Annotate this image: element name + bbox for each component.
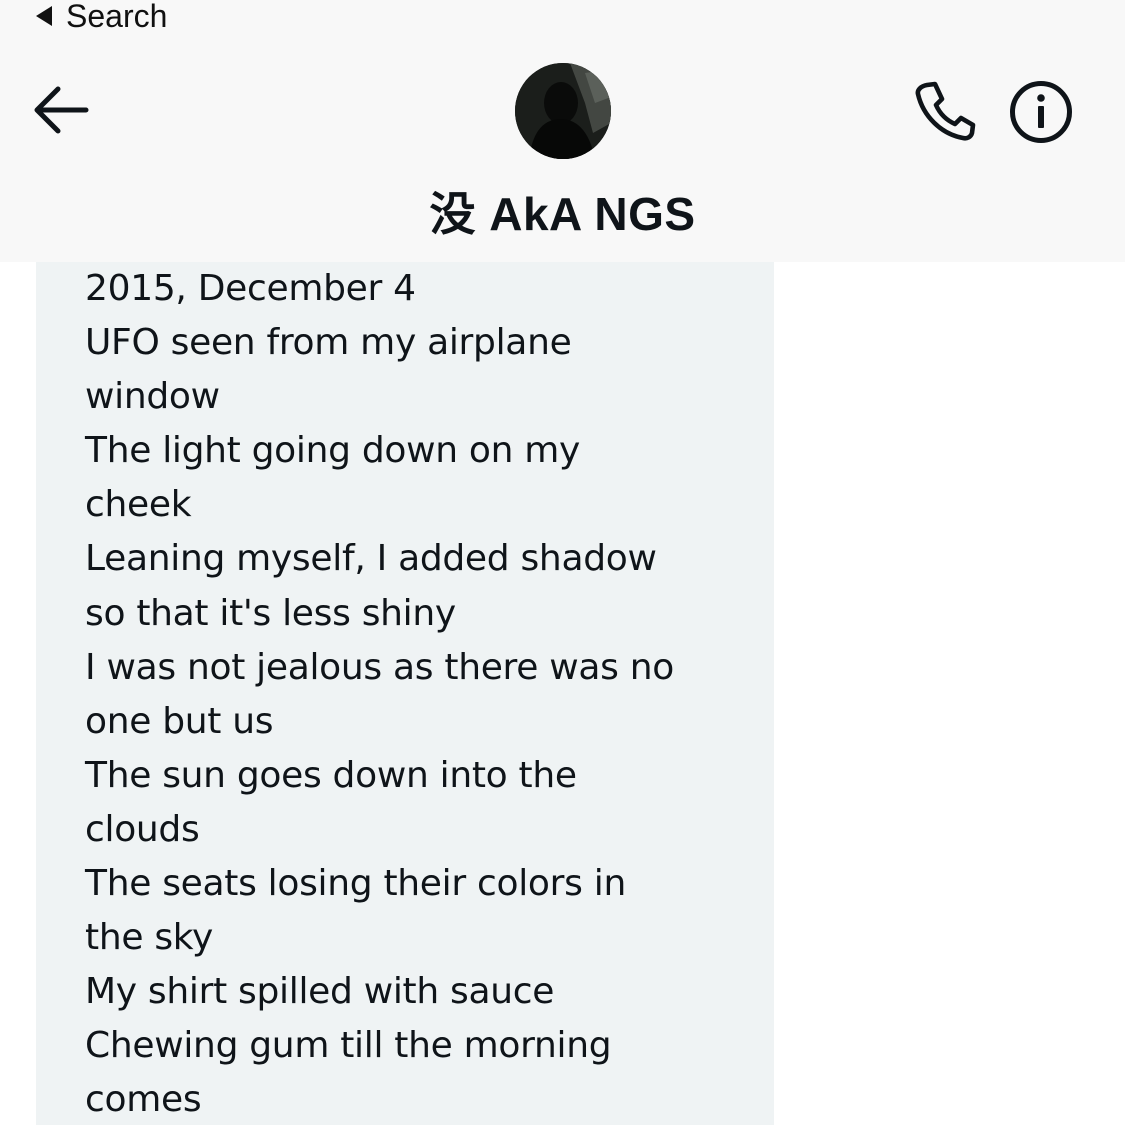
avatar[interactable] [515, 63, 611, 159]
conversation-header: Search 没 AkA NGS [0, 0, 1125, 262]
back-arrow-icon[interactable] [30, 82, 92, 138]
phone-icon[interactable] [911, 80, 977, 142]
status-bar-back-label: Search [66, 0, 168, 34]
contact-name[interactable]: 没 AkA NGS [0, 178, 1125, 244]
status-bar-back-to-search[interactable]: Search [36, 0, 167, 38]
message-bubble[interactable]: 2015, December 4 UFO seen from my airpla… [36, 262, 774, 1125]
dm-conversation-screen: Search 没 AkA NGS 2015, December 4 UFO se… [0, 0, 1125, 1125]
back-triangle-icon [36, 6, 52, 26]
message-text: 2015, December 4 UFO seen from my airpla… [85, 268, 675, 1121]
info-icon[interactable] [1008, 79, 1074, 145]
